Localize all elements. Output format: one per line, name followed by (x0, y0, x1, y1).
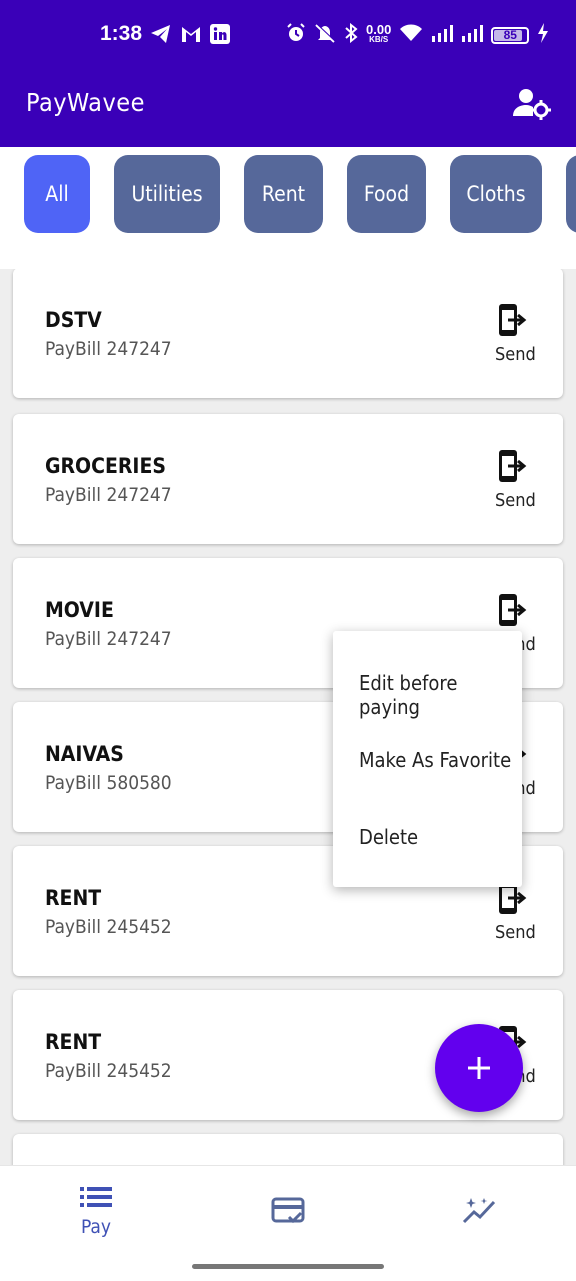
nav-insights[interactable] (430, 1196, 530, 1230)
bill-card-partial[interactable] (13, 1134, 563, 1165)
bill-name: RENT (45, 1030, 102, 1054)
bill-name: GROCERIES (45, 454, 166, 478)
send-button[interactable]: Send (495, 448, 536, 511)
bill-paybill: PayBill 245452 (45, 1060, 172, 1082)
account-settings-button[interactable] (512, 86, 552, 122)
bill-paybill: PayBill 245452 (45, 916, 172, 938)
card-check-icon (271, 1197, 305, 1224)
list-icon (80, 1187, 112, 1207)
notification-icons (150, 24, 230, 48)
send-icon (499, 304, 527, 336)
nav-payments[interactable] (238, 1196, 338, 1230)
user-settings-icon (512, 89, 552, 126)
alarm-icon (286, 23, 306, 47)
bill-paybill: PayBill 580580 (45, 772, 172, 794)
bill-paybill: PayBill 247247 (45, 484, 172, 506)
battery-icon: 85 (491, 26, 530, 44)
send-icon (499, 450, 527, 482)
menu-delete[interactable]: Delete (359, 825, 418, 849)
signal-icon-1 (431, 24, 454, 46)
telegram-icon (150, 24, 172, 48)
bill-name: NAIVAS (45, 742, 124, 766)
mute-icon (314, 23, 336, 47)
bill-paybill: PayBill 247247 (45, 628, 172, 650)
nav-pay[interactable]: Pay (46, 1186, 146, 1238)
send-icon (499, 594, 527, 626)
gmail-icon (180, 24, 202, 48)
charging-icon (537, 23, 549, 47)
bill-card[interactable]: GROCERIES PayBill 247247 Send (13, 414, 563, 544)
top-app-bar: 1:38 0.00 KB/S 85 PayWavee (0, 0, 576, 147)
network-speed: 0.00 KB/S (366, 22, 392, 44)
system-icons: 0.00 KB/S 85 (286, 22, 549, 47)
sparkle-chart-icon (462, 1198, 496, 1224)
status-bar: 1:38 0.00 KB/S 85 (0, 0, 576, 72)
bill-name: MOVIE (45, 598, 114, 622)
bluetooth-icon (344, 22, 358, 47)
signal-icon-2 (461, 24, 484, 46)
app-title: PayWavee (26, 88, 145, 117)
home-indicator[interactable] (192, 1264, 384, 1269)
bill-context-menu: Edit before paying Make As Favorite Dele… (333, 631, 522, 887)
chip-rent[interactable]: Rent (244, 155, 323, 233)
chip-all[interactable]: All (24, 155, 90, 233)
status-time: 1:38 (100, 22, 143, 45)
bill-card[interactable]: DSTV PayBill 247247 Send (13, 269, 563, 398)
linkedin-icon (210, 24, 230, 48)
wifi-icon (399, 23, 423, 47)
chip-utilities[interactable]: Utilities (114, 155, 220, 233)
bill-name: DSTV (45, 308, 102, 332)
menu-edit-before-paying[interactable]: Edit before paying (359, 671, 522, 719)
bill-paybill: PayBill 247247 (45, 338, 172, 360)
category-filter-bar: All Utilities Rent Food Cloths (0, 147, 576, 269)
chip-more[interactable] (566, 155, 576, 233)
bill-name: RENT (45, 886, 102, 910)
menu-make-favorite[interactable]: Make As Favorite (359, 748, 511, 772)
send-button[interactable]: Send (495, 302, 536, 365)
add-bill-button[interactable] (435, 1024, 523, 1112)
send-button[interactable]: Send (495, 880, 536, 943)
chip-food[interactable]: Food (347, 155, 426, 233)
plus-icon (468, 1057, 490, 1079)
chip-cloths[interactable]: Cloths (450, 155, 542, 233)
